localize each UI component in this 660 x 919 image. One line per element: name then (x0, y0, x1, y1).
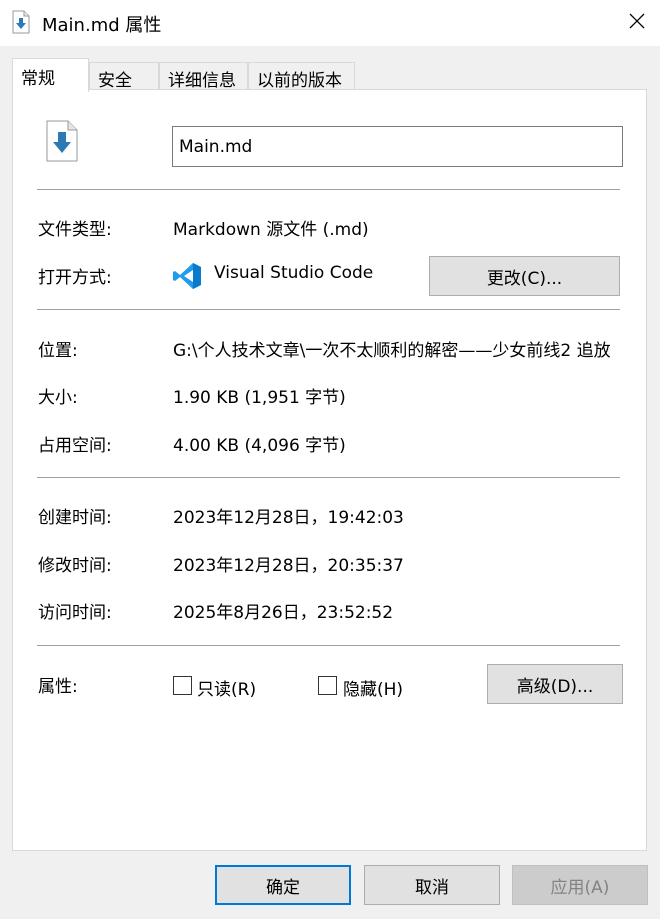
readonly-label[interactable]: 只读(R) (197, 675, 256, 700)
location-label: 位置: (38, 341, 78, 361)
file-name-input[interactable] (172, 126, 623, 167)
modified-label: 修改时间: (38, 556, 112, 576)
hidden-checkbox[interactable] (318, 676, 337, 695)
markdown-file-icon (12, 10, 30, 34)
advanced-button[interactable]: 高级(D)... (487, 664, 623, 704)
accessed-value: 2025年8月26日，23:52:52 (173, 603, 394, 623)
tab-previous-versions[interactable]: 以前的版本 (248, 62, 355, 91)
attributes-label: 属性: (38, 677, 78, 697)
tab-security[interactable]: 安全 (89, 62, 159, 91)
general-panel (12, 89, 647, 851)
location-value: G:\个人技术文章\一次不太顺利的解密——少女前线2 追放 (173, 341, 611, 361)
window-title: Main.md 属性 (42, 15, 162, 36)
vscode-icon (172, 261, 202, 291)
file-type-value: Markdown 源文件 (.md) (173, 220, 369, 240)
divider (37, 309, 620, 310)
modified-value: 2023年12月28日，20:35:37 (173, 556, 404, 576)
created-value: 2023年12月28日，19:42:03 (173, 508, 404, 528)
markdown-file-icon (45, 120, 79, 162)
size-value: 1.90 KB (1,951 字节) (173, 388, 346, 408)
cancel-button[interactable]: 取消 (364, 865, 500, 905)
close-button[interactable] (614, 0, 660, 46)
size-on-disk-value: 4.00 KB (4,096 字节) (173, 436, 346, 456)
opens-with-app: Visual Studio Code (214, 263, 374, 283)
change-button[interactable]: 更改(C)... (429, 256, 620, 296)
apply-button[interactable]: 应用(A) (512, 865, 648, 905)
opens-with-label: 打开方式: (38, 268, 112, 288)
divider (37, 645, 620, 646)
divider (37, 477, 620, 478)
accessed-label: 访问时间: (38, 603, 112, 623)
size-on-disk-label: 占用空间: (38, 436, 112, 456)
hidden-label[interactable]: 隐藏(H) (343, 675, 403, 700)
divider (37, 189, 620, 190)
created-label: 创建时间: (38, 508, 112, 528)
readonly-checkbox[interactable] (173, 676, 192, 695)
ok-button[interactable]: 确定 (215, 865, 351, 905)
size-label: 大小: (38, 388, 78, 408)
tab-general[interactable]: 常规 (12, 58, 89, 92)
tab-details[interactable]: 详细信息 (159, 62, 248, 91)
title-bar: Main.md 属性 (0, 0, 660, 46)
file-type-label: 文件类型: (38, 220, 112, 240)
close-icon (628, 12, 646, 35)
